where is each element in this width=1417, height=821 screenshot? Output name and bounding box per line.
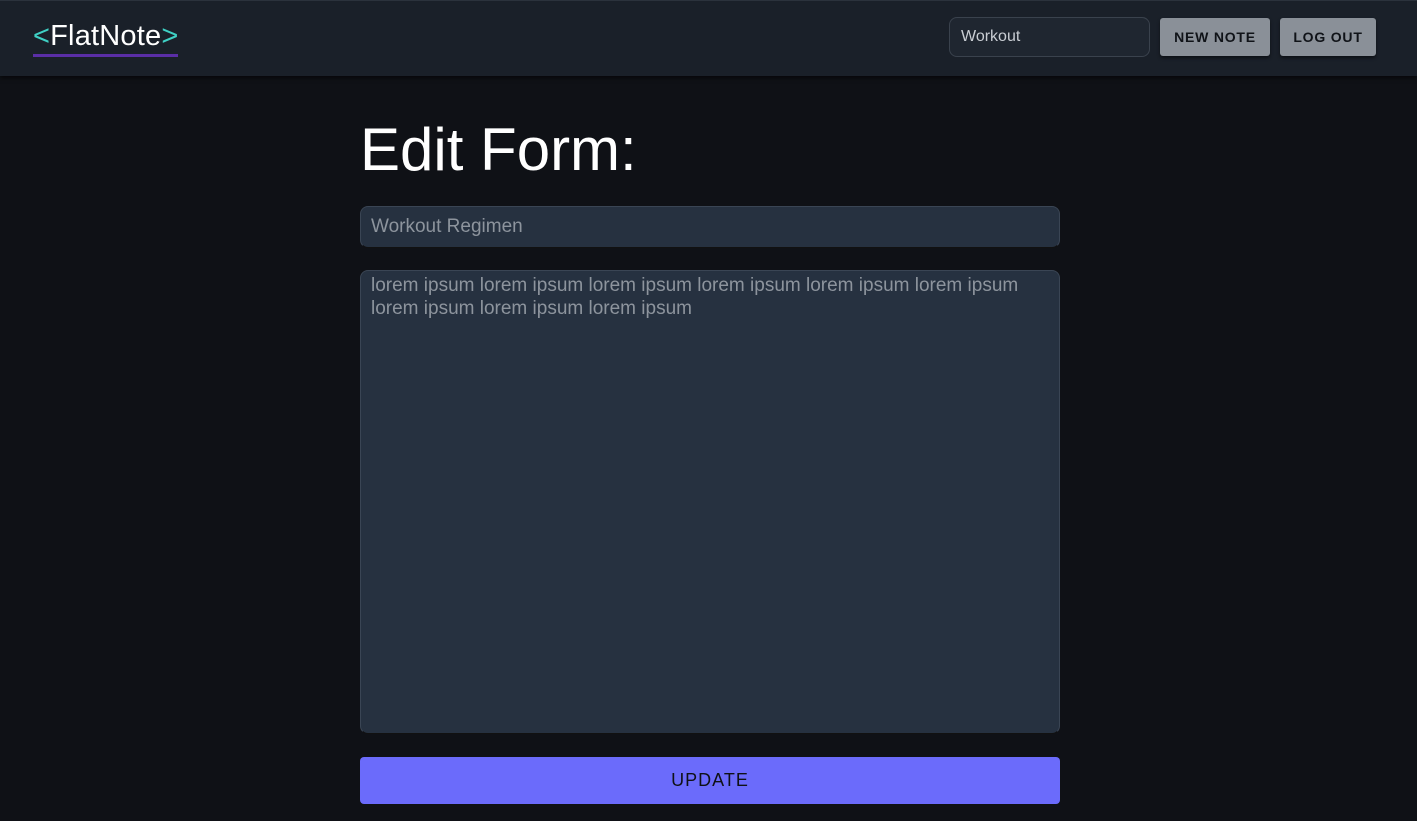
logo-open-bracket: < (33, 20, 51, 52)
logo-close-bracket: > (161, 20, 179, 52)
search-input[interactable] (949, 17, 1150, 57)
note-title-input[interactable] (360, 206, 1060, 248)
logo-name: FlatNote (50, 20, 162, 52)
app-bar: <FlatNote> NEW NOTE LOG OUT (0, 0, 1417, 76)
logout-button[interactable]: LOG OUT (1280, 18, 1376, 56)
update-button[interactable]: UPDATE (360, 757, 1060, 804)
note-body-textarea[interactable] (360, 270, 1060, 734)
new-note-button[interactable]: NEW NOTE (1160, 18, 1270, 56)
app-logo[interactable]: <FlatNote> (33, 19, 179, 57)
page-title: Edit Form: (360, 116, 637, 183)
